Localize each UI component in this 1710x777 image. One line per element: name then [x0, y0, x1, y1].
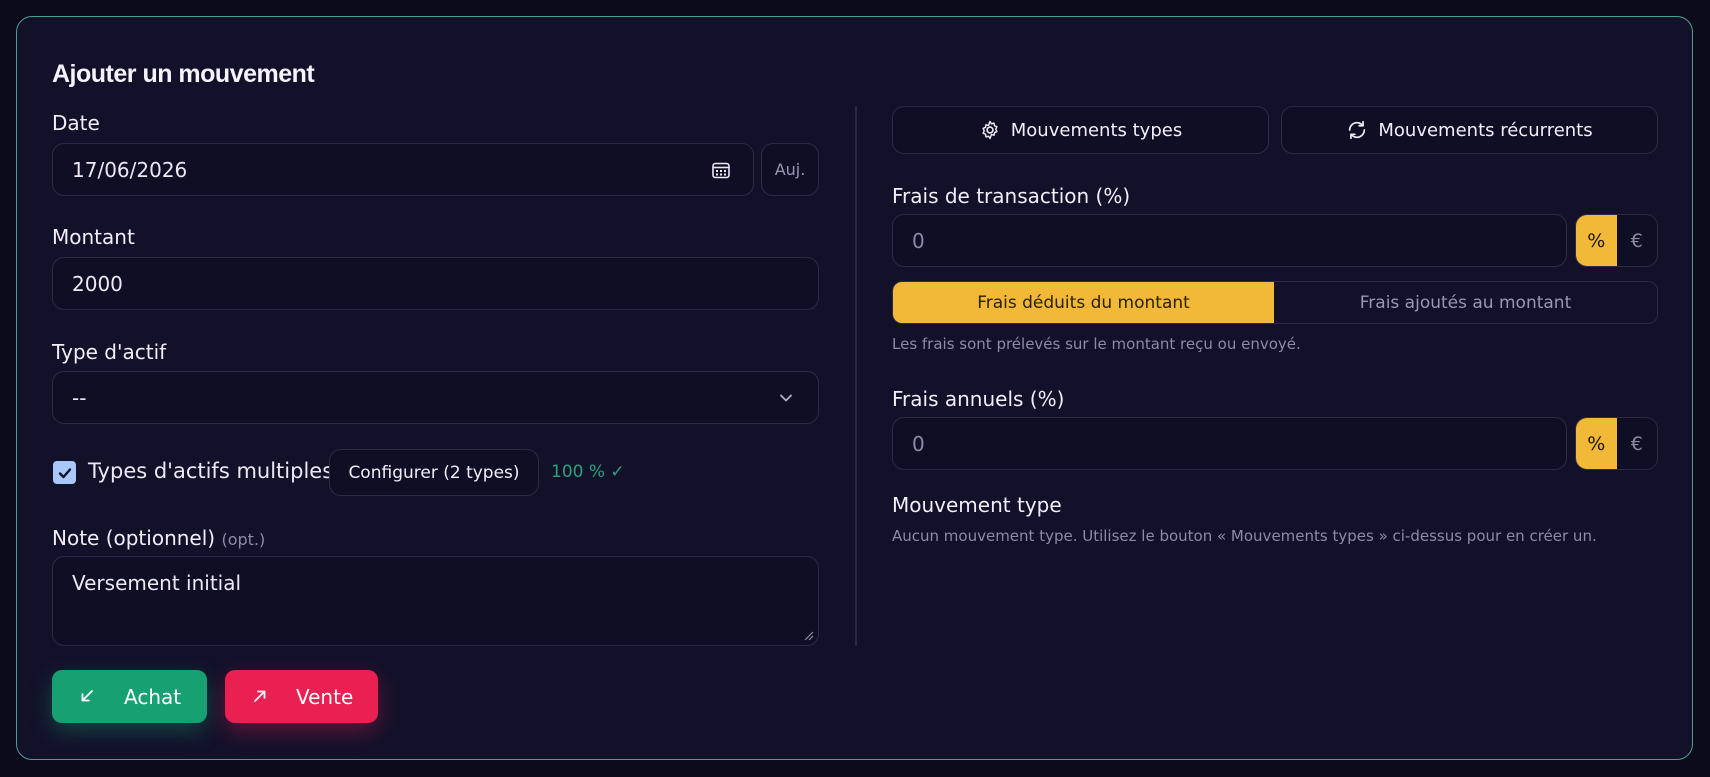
transaction-fees-unit-euro[interactable]: € [1616, 215, 1657, 266]
transaction-fees-label: Frais de transaction (%) [892, 184, 1131, 208]
gear-icon [982, 120, 998, 140]
column-divider [855, 106, 857, 646]
fees-deducted-option[interactable]: Frais déduits du montant [893, 282, 1274, 323]
buy-button[interactable]: Achat [52, 670, 207, 723]
note-label: Note (optionnel) (opt.) [52, 526, 265, 550]
asset-type-label: Type d'actif [52, 340, 167, 364]
movement-type-label: Mouvement type [892, 493, 1062, 517]
multi-types-label[interactable]: Types d'actifs multiples [88, 459, 333, 483]
movement-templates-label: Mouvements types [1010, 119, 1183, 141]
amount-value: 2000 [72, 271, 123, 296]
sell-label: Vente [296, 685, 354, 709]
sell-button[interactable]: Vente [225, 670, 378, 723]
movement-type-empty-text: Aucun mouvement type. Utilisez le bouton… [892, 527, 1597, 545]
allocation-status: 100 % ✓ [551, 462, 625, 482]
arrow-up-right-icon [254, 690, 266, 702]
asset-type-selected: -- [72, 385, 87, 410]
annual-fees-value: 0 [912, 431, 925, 456]
resize-grip-icon[interactable] [804, 631, 814, 641]
transaction-fees-value: 0 [912, 228, 925, 253]
recurring-movements-button[interactable]: Mouvements récurrents [1281, 106, 1658, 154]
configure-types-button[interactable]: Configurer (2 types) [329, 449, 539, 496]
date-value: 17/06/2026 [72, 157, 188, 182]
note-textarea[interactable]: Versement initial [52, 556, 819, 646]
transaction-fees-input[interactable]: 0 [892, 214, 1567, 267]
note-value: Versement initial [72, 571, 242, 595]
form-title: Ajouter un mouvement [52, 60, 315, 88]
transaction-fees-unit-toggle: % € [1575, 214, 1658, 267]
check-icon [58, 467, 71, 478]
note-label-text: Note (optionnel) [52, 526, 216, 550]
amount-input[interactable]: 2000 [52, 257, 819, 310]
annual-fees-label: Frais annuels (%) [892, 387, 1065, 411]
chevron-down-icon [780, 394, 792, 402]
today-button[interactable]: Auj. [761, 143, 819, 196]
fees-mode-toggle: Frais déduits du montant Frais ajoutés a… [892, 281, 1658, 324]
fees-hint: Les frais sont prélevés sur le montant r… [892, 335, 1301, 353]
calendar-icon[interactable] [711, 160, 731, 180]
buy-label: Achat [124, 685, 182, 709]
annual-fees-unit-euro[interactable]: € [1616, 418, 1657, 469]
recurring-movements-label: Mouvements récurrents [1378, 119, 1593, 141]
date-label: Date [52, 111, 100, 135]
arrow-down-left-icon [81, 690, 93, 702]
annual-fees-input[interactable]: 0 [892, 417, 1567, 470]
date-input[interactable]: 17/06/2026 [52, 143, 754, 196]
amount-label: Montant [52, 225, 135, 249]
fees-added-option[interactable]: Frais ajoutés au montant [1274, 282, 1657, 323]
asset-type-select[interactable]: -- [52, 371, 819, 424]
refresh-icon [1349, 120, 1366, 140]
annual-fees-unit-toggle: % € [1575, 417, 1658, 470]
movement-templates-button[interactable]: Mouvements types [892, 106, 1269, 154]
annual-fees-unit-percent[interactable]: % [1576, 418, 1617, 469]
multi-types-checkbox[interactable] [53, 461, 76, 484]
note-optional-tag: (opt.) [221, 530, 266, 549]
transaction-fees-unit-percent[interactable]: % [1576, 215, 1617, 266]
